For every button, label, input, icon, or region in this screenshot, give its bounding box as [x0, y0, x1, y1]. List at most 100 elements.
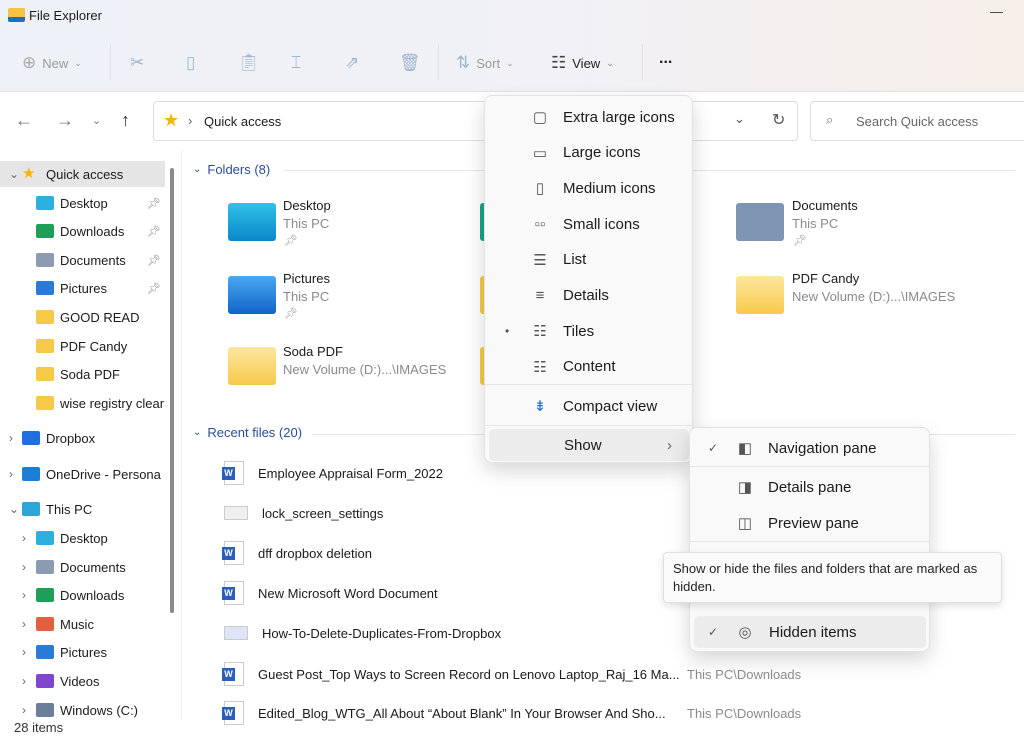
recent-file-row[interactable]: How-To-Delete-Duplicates-From-Dropbox	[224, 618, 501, 648]
sidebar-item[interactable]: › Videos	[0, 668, 165, 694]
chevron-right-icon[interactable]: ›	[22, 531, 26, 545]
chevron-down-icon[interactable]: ⌄	[9, 167, 19, 181]
chevron-right-icon[interactable]: ›	[22, 703, 26, 717]
menu-item-large-icons[interactable]: ▭ Large icons	[485, 136, 692, 170]
sidebar-scrollbar[interactable]	[170, 168, 174, 613]
content-icon: ☷	[533, 358, 547, 376]
chevron-down-icon[interactable]: ⌄	[9, 502, 19, 516]
sidebar-item[interactable]: Documents 📌︎	[0, 247, 165, 273]
details-icon: ≡	[535, 287, 545, 304]
folders-group-header[interactable]: ⌄ Folders (8)	[193, 162, 270, 177]
recent-file-row[interactable]: dff dropbox deletion	[222, 538, 372, 568]
desktop-folder-icon	[228, 203, 276, 241]
breadcrumb-chevron-icon: ›	[188, 113, 193, 128]
word-document-icon	[222, 662, 244, 686]
more-options-button[interactable]: ...	[659, 46, 672, 72]
view-menu: ▢ Extra large icons ▭ Large icons ▯ Medium ic…	[484, 95, 693, 463]
refresh-icon[interactable]: ↻	[772, 110, 785, 130]
sidebar-item[interactable]: Pictures 📌︎	[0, 275, 165, 301]
collapse-chevron-icon: ⌄	[193, 164, 202, 175]
sidebar-item[interactable]: wise registry clear	[0, 390, 165, 416]
sidebar-item-label: Soda PDF	[60, 366, 120, 382]
sidebar-item[interactable]: Soda PDF	[0, 361, 165, 387]
sidebar-item[interactable]: ⌄ This PC	[0, 496, 165, 522]
back-button[interactable]: ←	[15, 110, 33, 131]
folder-icon	[36, 367, 54, 381]
share-button[interactable]: ⇗	[345, 50, 359, 76]
file-name: Employee Appraisal Form_2022	[258, 465, 443, 481]
menu-item-details[interactable]: ≡ Details	[485, 279, 692, 313]
sidebar-item[interactable]: GOOD READ	[0, 304, 165, 330]
sidebar-item-label: Pictures	[60, 644, 107, 660]
up-button[interactable]: ↑	[121, 110, 130, 131]
sidebar-item-label: OneDrive - Persona	[46, 466, 161, 482]
menu-item-label: Large icons	[563, 144, 641, 162]
menu-item-label: Details pane	[768, 478, 852, 496]
menu-item-list[interactable]: ☰ List	[485, 243, 692, 277]
sidebar-item[interactable]: Downloads 📌︎	[0, 218, 165, 244]
menu-item-content[interactable]: ☷ Content	[485, 350, 692, 384]
sidebar-item[interactable]: ⌄ ★ Quick access	[0, 161, 165, 187]
small-icons-icon: ▫▫	[534, 215, 546, 233]
sidebar-item[interactable]: › Downloads	[0, 582, 165, 608]
sidebar-item-label: Documents	[60, 252, 126, 268]
menu-item-extra-large-icons[interactable]: ▢ Extra large icons	[485, 100, 692, 134]
chevron-right-icon[interactable]: ›	[22, 674, 26, 688]
recent-file-row[interactable]: New Microsoft Word Document	[222, 578, 438, 608]
recent-file-row[interactable]: Employee Appraisal Form_2022	[222, 458, 443, 488]
sidebar-item[interactable]: › Dropbox	[0, 425, 165, 451]
recent-locations-button[interactable]: ⌄	[92, 114, 101, 127]
new-button[interactable]: ⊕ New ⌄	[22, 50, 82, 76]
copy-button[interactable]: ▯	[186, 50, 195, 76]
search-box[interactable]: ⌕ Search Quick access	[810, 101, 1024, 141]
forward-button[interactable]: →	[56, 110, 74, 131]
folder-name: Soda PDF	[283, 344, 343, 359]
chevron-right-icon[interactable]: ›	[22, 645, 26, 659]
menu-item-small-icons[interactable]: ▫▫ Small icons	[485, 207, 692, 241]
sidebar-item[interactable]: › Music	[0, 611, 165, 637]
address-dropdown-icon[interactable]: ⌄	[734, 111, 745, 127]
sidebar-item[interactable]: › OneDrive - Persona	[0, 461, 165, 487]
menu-item-compact-view[interactable]: ⇟ Compact view	[485, 389, 692, 423]
desktop-icon	[36, 531, 54, 545]
search-input[interactable]: Search Quick access	[856, 114, 978, 129]
chevron-right-icon[interactable]: ›	[9, 467, 13, 481]
collapse-chevron-icon: ⌄	[193, 427, 202, 438]
scissors-icon: ✂	[130, 53, 145, 72]
delete-button[interactable]: 🗑︎	[399, 50, 421, 76]
recent-file-row[interactable]: lock_screen_settings	[224, 498, 383, 528]
view-button[interactable]: ☷ View ⌄	[551, 50, 614, 76]
cut-button[interactable]: ✂	[130, 50, 144, 76]
folder-icon	[228, 347, 276, 385]
paste-button[interactable]: 📋︎	[238, 50, 260, 76]
sidebar-item-label: PDF Candy	[60, 338, 128, 354]
pin-icon: 📌︎	[284, 235, 298, 247]
chevron-right-icon[interactable]: ›	[22, 617, 26, 631]
menu-item-label: Content	[563, 358, 616, 376]
sidebar-item[interactable]: › Desktop	[0, 525, 165, 551]
recent-file-row[interactable]: Guest Post_Top Ways to Screen Record on …	[222, 659, 680, 689]
sidebar-item[interactable]: › Pictures	[0, 639, 165, 665]
rename-button[interactable]: ⌶	[291, 50, 301, 76]
breadcrumb-quick-access[interactable]: Quick access	[204, 114, 281, 129]
chevron-right-icon[interactable]: ›	[22, 560, 26, 574]
minimize-button[interactable]: —	[990, 4, 1003, 19]
menu-item-tiles[interactable]: • ☷ Tiles	[485, 314, 692, 348]
recent-file-row[interactable]: Edited_Blog_WTG_All About “About Blank” …	[222, 698, 666, 728]
sidebar-item[interactable]: PDF Candy	[0, 333, 165, 359]
sidebar-item-label: Desktop	[60, 530, 108, 546]
menu-item-medium-icons[interactable]: ▯ Medium icons	[485, 171, 692, 205]
menu-item-preview-pane[interactable]: ◫ Preview pane	[690, 506, 929, 540]
sort-button[interactable]: ⇅ Sort ⌄	[456, 50, 514, 76]
menu-item-navigation-pane[interactable]: ✓ ◧ Navigation pane	[690, 431, 929, 465]
sidebar-item[interactable]: › Documents	[0, 554, 165, 580]
sidebar-item[interactable]: Desktop 📌︎	[0, 190, 165, 216]
chevron-right-icon[interactable]: ›	[9, 431, 13, 445]
menu-item-hidden-items[interactable]: ✓ ◎ Hidden items	[694, 616, 926, 648]
address-bar[interactable]: ★ › Quick access ⌄ ↻	[153, 101, 798, 141]
menu-item-details-pane[interactable]: ◨ Details pane	[690, 470, 929, 504]
chevron-right-icon[interactable]: ›	[22, 588, 26, 602]
folder-app-icon	[8, 8, 25, 22]
menu-item-show[interactable]: Show ›	[489, 429, 689, 461]
recent-files-group-header[interactable]: ⌄ Recent files (20)	[193, 425, 302, 440]
